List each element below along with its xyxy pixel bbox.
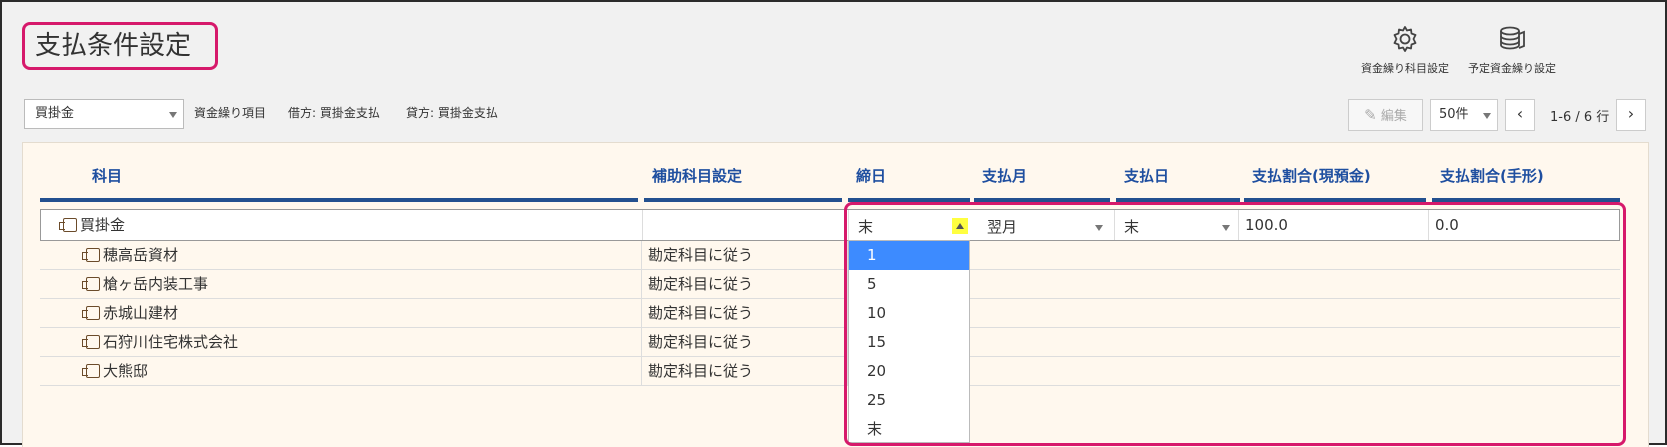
pay-day-select[interactable]: 末 <box>1116 214 1234 240</box>
subject-name: 赤城山建材 <box>103 304 179 322</box>
edit-button-label: 編集 <box>1380 109 1407 124</box>
credit-info: 貸方: 買掛金支払 <box>406 106 498 120</box>
table-row[interactable]: 穂高岳資材 勘定科目に従う <box>40 241 1620 270</box>
chevron-down-icon <box>1222 225 1230 231</box>
per-page-value: 50件 <box>1439 107 1469 122</box>
debit-info: 借方: 買掛金支払 <box>288 106 380 120</box>
pay-month-select[interactable]: 翌月 <box>979 214 1107 240</box>
planned-fund-settings-button[interactable]: 予定資金繰り設定 <box>1462 24 1562 76</box>
pencil-icon: ✎ <box>1364 106 1377 124</box>
column-header-ratio-cash: 支払割合(現預金) <box>1244 165 1426 202</box>
chevron-down-icon <box>169 112 177 118</box>
dropdown-option[interactable]: 1 <box>849 241 969 270</box>
sub-account-node-icon <box>82 248 100 262</box>
pay-month-value: 翌月 <box>987 218 1018 236</box>
sub-account-node-icon <box>82 364 100 378</box>
prev-page-button[interactable]: ‹ <box>1505 99 1535 131</box>
next-page-button[interactable]: › <box>1616 99 1646 131</box>
subject-cell: 買掛金 <box>41 210 643 240</box>
sub-account-cell <box>643 210 849 240</box>
dropdown-option[interactable]: 末 <box>849 415 969 444</box>
subject-cell: 穂高岳資材 <box>40 241 642 270</box>
subject-select-value: 買掛金 <box>35 106 75 121</box>
pay-day-value: 末 <box>1124 218 1140 236</box>
chevron-up-icon <box>956 223 964 229</box>
subject-name: 買掛金 <box>80 216 126 234</box>
edit-button[interactable]: ✎ 編集 <box>1348 99 1423 131</box>
gear-icon <box>1393 26 1417 52</box>
sub-account-node-icon <box>82 277 100 291</box>
sub-account-setting: 勘定科目に従う <box>642 357 848 386</box>
table-row[interactable]: 石狩川住宅株式会社 勘定科目に従う <box>40 328 1620 357</box>
dropdown-option[interactable]: 5 <box>849 270 969 299</box>
fund-item-label: 資金繰り項目 <box>194 106 267 120</box>
subject-name: 穂高岳資材 <box>103 246 179 264</box>
sub-account-node-icon <box>82 306 100 320</box>
table-row[interactable]: 槍ヶ岳内装工事 勘定科目に従う <box>40 270 1620 299</box>
sub-account-setting: 勘定科目に従う <box>642 328 848 357</box>
sub-account-node-icon <box>82 335 100 349</box>
page-range: 1-6 / 6 行 <box>1550 110 1610 125</box>
closing-day-value: 末 <box>858 218 874 236</box>
subject-select[interactable]: 買掛金 <box>24 99 184 129</box>
ratio-bill-cell[interactable]: 0.0 <box>1429 210 1619 240</box>
ratio-cash-value: 100.0 <box>1245 216 1288 234</box>
database-icon <box>1500 26 1525 50</box>
account-node-icon <box>59 218 77 232</box>
sub-account-setting: 勘定科目に従う <box>642 241 848 270</box>
subject-name: 大熊邸 <box>103 362 149 380</box>
sub-account-setting: 勘定科目に従う <box>642 299 848 328</box>
ratio-bill-value: 0.0 <box>1435 216 1459 234</box>
dropdown-option[interactable]: 15 <box>849 328 969 357</box>
table-row[interactable]: 赤城山建材 勘定科目に従う <box>40 299 1620 328</box>
sub-account-setting: 勘定科目に従う <box>642 270 848 299</box>
chevron-down-icon <box>1483 113 1491 119</box>
subject-cell: 赤城山建材 <box>40 299 642 328</box>
subject-cell: 槍ヶ岳内装工事 <box>40 270 642 299</box>
subject-cell: 石狩川住宅株式会社 <box>40 328 642 357</box>
dropdown-option[interactable]: 25 <box>849 386 969 415</box>
planned-fund-settings-label: 予定資金繰り設定 <box>1468 62 1556 75</box>
account-settings-button[interactable]: 資金繰り科目設定 <box>1357 24 1453 76</box>
subject-cell: 大熊邸 <box>40 357 642 386</box>
closing-day-dropdown: 1 5 10 15 20 25 末 <box>848 240 970 443</box>
chevron-down-icon <box>1095 225 1103 231</box>
app-window: 支払条件設定 資金繰り科目設定 予定資金繰り設定 買掛金 資金繰り項目 借方: … <box>0 0 1667 447</box>
column-header-closing-day: 締日 <box>848 165 970 202</box>
column-header-sub-account: 補助科目設定 <box>644 165 842 202</box>
column-header-pay-month: 支払月 <box>974 165 1110 202</box>
ratio-cash-cell[interactable]: 100.0 <box>1239 210 1429 240</box>
column-header-pay-day: 支払日 <box>1116 165 1240 202</box>
column-header-subject: 科目 <box>40 165 638 202</box>
page-title: 支払条件設定 <box>22 22 218 70</box>
table-row[interactable]: 大熊邸 勘定科目に従う <box>40 357 1620 386</box>
dropdown-option[interactable]: 10 <box>849 299 969 328</box>
dropdown-option[interactable]: 20 <box>849 357 969 386</box>
subject-name: 槍ヶ岳内装工事 <box>103 275 209 293</box>
column-header-ratio-bill: 支払割合(手形) <box>1432 165 1620 202</box>
account-settings-label: 資金繰り科目設定 <box>1361 62 1449 75</box>
per-page-select[interactable]: 50件 <box>1430 99 1498 131</box>
subject-name: 石狩川住宅株式会社 <box>103 333 239 351</box>
table-row-main[interactable]: 買掛金 100.0 0.0 <box>40 209 1620 241</box>
